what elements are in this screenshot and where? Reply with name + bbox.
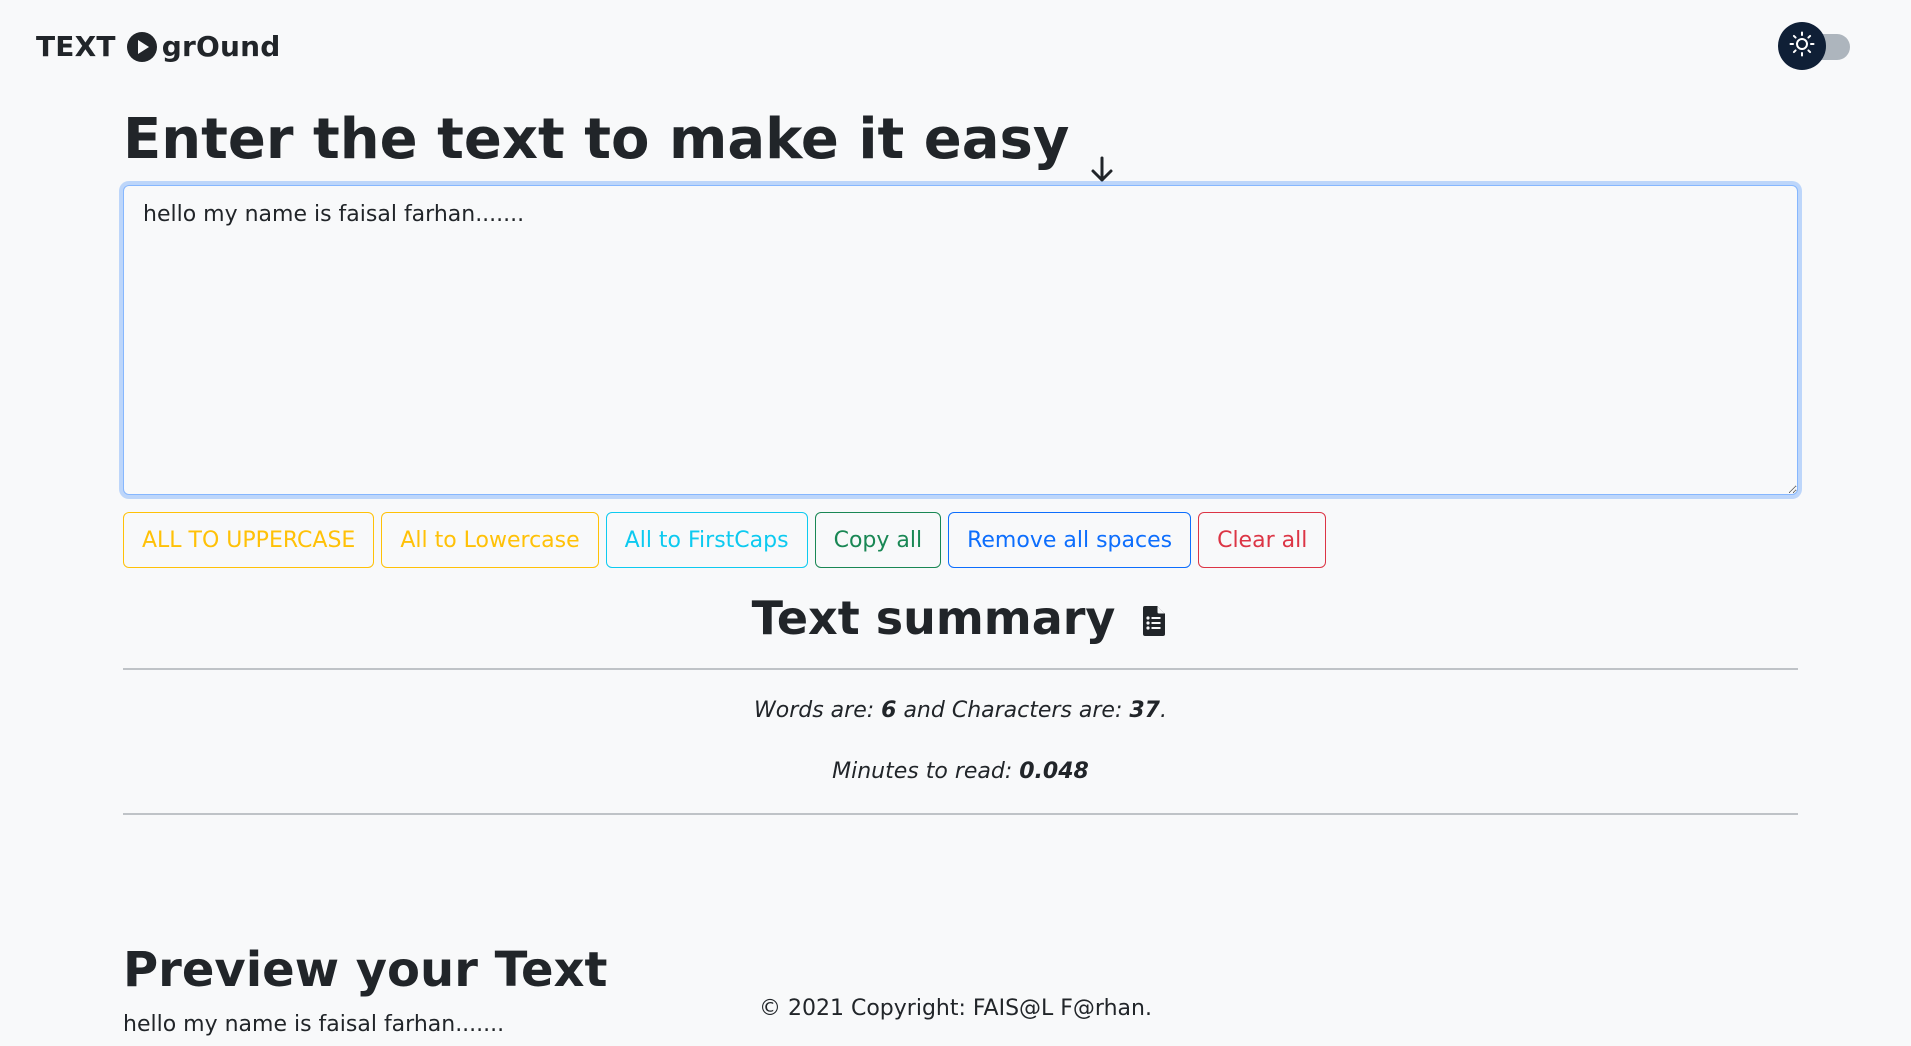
main-container: Enter the text to make it easy hello my … — [123, 100, 1798, 1037]
chars-suffix: . — [1160, 698, 1167, 723]
action-buttons: ALL TO UPPERCASE All to Lowercase All to… — [123, 512, 1327, 568]
summary-title-text: Text summary — [751, 591, 1116, 645]
preview-title: Preview your Text — [123, 942, 608, 998]
arrow-down-icon — [1087, 128, 1117, 182]
chars-value: 37 — [1129, 698, 1160, 723]
lowercase-button[interactable]: All to Lowercase — [381, 512, 599, 568]
summary-divider-top — [123, 668, 1798, 670]
brand-suffix: grOund — [161, 30, 281, 63]
uppercase-button[interactable]: ALL TO UPPERCASE — [123, 512, 375, 568]
file-text-icon — [1139, 592, 1169, 636]
toggle-knob[interactable] — [1778, 22, 1826, 70]
minutes-label: Minutes to read: — [832, 759, 1020, 784]
read-time: Minutes to read: 0.048 — [123, 759, 1798, 784]
chars-label: and Characters are: — [896, 698, 1130, 723]
remove-spaces-button[interactable]: Remove all spaces — [948, 512, 1192, 568]
page-heading: Enter the text to make it easy — [123, 100, 1798, 182]
words-label: Words are: — [753, 698, 882, 723]
summary-divider-bottom — [123, 813, 1798, 815]
copy-all-button[interactable]: Copy all — [814, 512, 942, 568]
footer-copyright: © 2021 Copyright: FAIS@L F@rhan. — [759, 996, 1152, 1021]
sun-icon — [1788, 30, 1816, 62]
words-value: 6 — [881, 698, 897, 723]
clear-all-button[interactable]: Clear all — [1198, 512, 1327, 568]
word-char-count: Words are: 6 and Characters are: 37. — [123, 698, 1798, 723]
page-heading-text: Enter the text to make it easy — [123, 107, 1070, 172]
brand-prefix: TEXT — [36, 30, 116, 63]
text-input[interactable]: hello my name is faisal farhan....... — [123, 185, 1798, 495]
minutes-value: 0.048 — [1019, 759, 1089, 784]
navbar: TEXT grOund — [0, 0, 1911, 100]
firstcaps-button[interactable]: All to FirstCaps — [605, 512, 808, 568]
play-circle-icon — [126, 31, 158, 63]
theme-toggle[interactable] — [1778, 20, 1850, 70]
summary-title: Text summary — [123, 588, 1798, 648]
brand-link[interactable]: TEXT grOund — [36, 30, 280, 63]
